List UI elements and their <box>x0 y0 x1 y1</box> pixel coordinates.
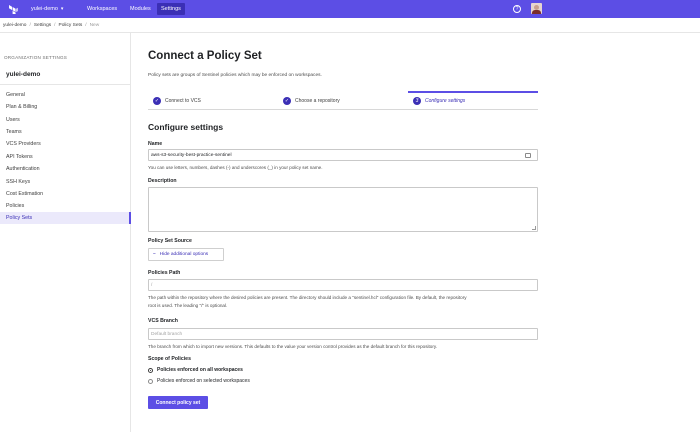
resize-grip-icon[interactable] <box>532 226 536 230</box>
keyboard-icon <box>525 153 531 158</box>
sidebar-item-vcs-providers[interactable]: VCS Providers <box>0 138 131 150</box>
scope-option-selected[interactable]: Policies enforced on selected workspaces <box>148 378 250 384</box>
breadcrumb-current: New <box>89 22 100 28</box>
sidebar-item-users[interactable]: Users <box>0 114 131 126</box>
description-label: Description <box>148 178 177 184</box>
sidebar-heading: ORGANIZATION SETTINGS <box>4 55 68 60</box>
name-label: Name <box>148 141 163 147</box>
vcs-branch-label: VCS Branch <box>148 318 178 324</box>
breadcrumb-separator: / <box>29 22 31 28</box>
sidebar-item-cost-estimation[interactable]: Cost Estimation <box>0 188 131 200</box>
check-icon: ✓ <box>283 96 291 105</box>
policies-path-help-line-1: The path within the repository where the… <box>148 295 467 300</box>
step-choose-repository[interactable]: ✓ Choose a repository <box>283 91 340 110</box>
step-connect-vcs[interactable]: ✓ Connect to VCS <box>153 91 201 110</box>
hide-additional-options-button[interactable]: – Hide additional options <box>148 248 224 261</box>
nav-modules[interactable]: Modules <box>126 3 155 15</box>
step-number-icon: 3 <box>413 96 421 105</box>
policies-path-help-line-2: root is used. The leading "/" is optiona… <box>148 303 228 308</box>
check-icon: ✓ <box>153 96 161 105</box>
sidebar-item-general[interactable]: General <box>0 89 131 101</box>
scope-option-label: Policies enforced on all workspaces <box>157 367 243 373</box>
policy-set-source-label: Policy Set Source <box>148 238 192 244</box>
active-step-indicator <box>408 91 538 93</box>
page-title: Connect a Policy Set <box>148 50 262 62</box>
name-field[interactable]: aws-s3-security-best-practice-sentinel <box>148 149 538 161</box>
sidebar-item-policies[interactable]: Policies <box>0 200 131 212</box>
chevron-down-icon: ▾ <box>60 6 64 12</box>
avatar-body <box>532 10 541 14</box>
vcs-branch-field[interactable]: Default branch <box>148 328 538 340</box>
sidebar-item-plan-billing[interactable]: Plan & Billing <box>0 101 131 113</box>
scope-option-all[interactable]: Policies enforced on all workspaces <box>148 367 243 373</box>
policies-path-field[interactable]: / <box>148 279 538 291</box>
sidebar-item-authentication[interactable]: Authentication <box>0 163 131 175</box>
connect-policy-set-button[interactable]: Connect policy set <box>148 396 208 409</box>
wizard-steps: ✓ Connect to VCS ✓ Choose a repository 3… <box>148 91 538 110</box>
policies-path-label: Policies Path <box>148 270 181 276</box>
scope-option-label: Policies enforced on selected workspaces <box>157 378 250 384</box>
radio-unchecked-icon[interactable] <box>148 378 153 384</box>
step-label: Connect to VCS <box>165 97 201 104</box>
scope-label: Scope of Policies <box>148 356 191 362</box>
vcs-branch-help: The branch from which to import new vers… <box>148 344 438 349</box>
breadcrumb-separator: / <box>54 22 56 28</box>
sidebar-item-policy-sets[interactable]: Policy Sets <box>0 212 131 224</box>
section-title: Configure settings <box>148 122 224 132</box>
description-field[interactable] <box>148 187 538 232</box>
step-label: Configure settings <box>425 97 466 104</box>
sidebar-item-ssh-keys[interactable]: SSH Keys <box>0 176 131 188</box>
sidebar-item-teams[interactable]: Teams <box>0 126 131 138</box>
radio-checked-icon[interactable] <box>148 367 153 373</box>
nav-workspaces[interactable]: Workspaces <box>83 3 121 15</box>
step-label: Choose a repository <box>295 97 340 104</box>
help-icon[interactable]: ? <box>513 5 521 13</box>
sidebar-item-api-tokens[interactable]: API Tokens <box>0 151 131 163</box>
top-nav: yulei-demo ▾ Workspaces Modules Settings… <box>0 0 700 18</box>
org-name: yulei-demo <box>31 6 58 12</box>
sidebar: ORGANIZATION SETTINGS yulei-demo General… <box>0 33 131 432</box>
nav-settings[interactable]: Settings <box>157 3 185 15</box>
name-help: You can use letters, numbers, dashes (-)… <box>148 165 323 170</box>
name-value: aws-s3-security-best-practice-sentinel <box>151 152 232 158</box>
hide-options-label: Hide additional options <box>159 252 209 257</box>
breadcrumb: yulei-demo / Settings / Policy Sets / Ne… <box>0 18 700 33</box>
step-configure-settings: 3 Configure settings <box>413 91 465 110</box>
sidebar-divider <box>0 84 131 85</box>
breadcrumb-separator: / <box>85 22 87 28</box>
avatar[interactable] <box>531 3 542 14</box>
org-switcher[interactable]: yulei-demo ▾ <box>27 3 67 15</box>
terraform-logo-icon[interactable] <box>8 4 18 14</box>
breadcrumb-settings[interactable]: Settings <box>34 23 51 28</box>
breadcrumb-org[interactable]: yulei-demo <box>3 23 26 28</box>
sidebar-org-name: yulei-demo <box>6 71 41 78</box>
minus-icon: – <box>153 252 156 257</box>
page-description: Policy sets are groups of Sentinel polic… <box>148 73 322 78</box>
breadcrumb-policy-sets[interactable]: Policy Sets <box>59 23 83 28</box>
